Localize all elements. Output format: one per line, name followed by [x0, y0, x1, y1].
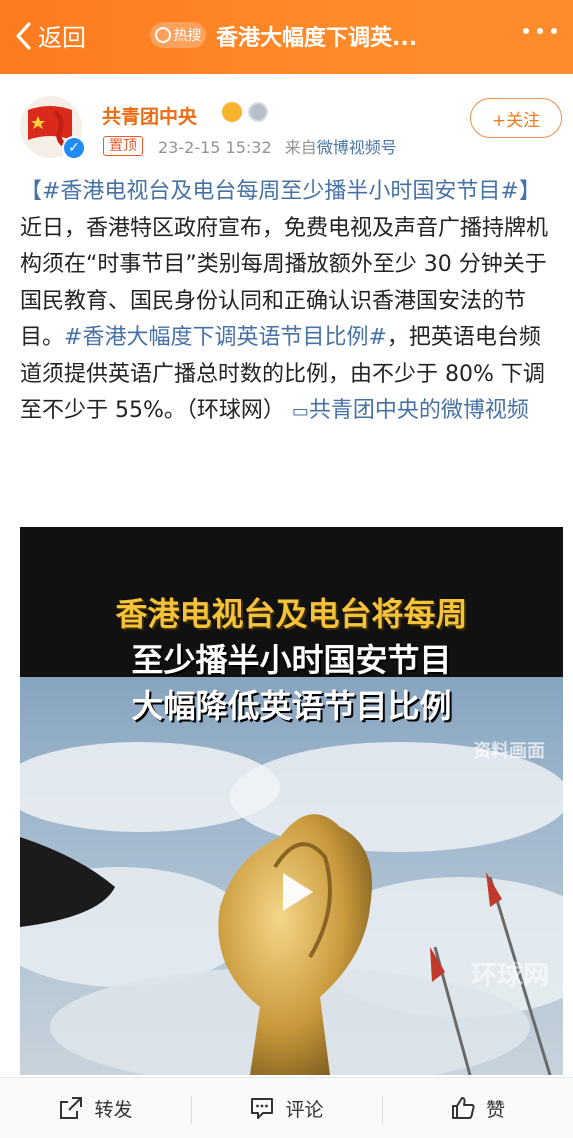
pinned-badge: 置顶 — [103, 136, 143, 156]
play-icon[interactable] — [271, 867, 321, 917]
hashtag-link[interactable]: #香港大幅度下调英语节目比例# — [64, 325, 387, 350]
source-link[interactable]: 微博视频号 — [317, 138, 397, 157]
post-meta: 23-2-15 15:32 来自微博视频号 — [158, 134, 397, 158]
hot-search-badge[interactable]: 热搜 — [150, 22, 206, 48]
comment-button[interactable]: 评论 — [191, 1078, 382, 1138]
verified-icon: ✓ — [62, 136, 86, 160]
follow-button[interactable]: +关注 — [470, 98, 562, 138]
comment-icon — [251, 1098, 274, 1119]
comment-label: 评论 — [285, 1098, 324, 1121]
page-title: 香港大幅度下调英... — [216, 26, 418, 51]
like-button[interactable]: 赞 — [382, 1078, 573, 1138]
back-label: 返回 — [38, 24, 86, 52]
watermark-logo: 环球网 — [470, 961, 549, 991]
repost-icon — [60, 1097, 83, 1119]
watermark-archive: 资料画面 — [473, 741, 545, 762]
back-button[interactable]: 返回 — [14, 18, 86, 53]
video-player[interactable]: 香港电视台及电台将每周 至少播半小时国安节目 大幅降低英语节目比例 资料画面 环… — [20, 527, 563, 1075]
action-bar: 转发 评论 赞 — [0, 1077, 573, 1138]
nav-header: 返回 热搜 香港大幅度下调英... — [0, 0, 573, 74]
source-prefix: 来自 — [284, 138, 317, 157]
like-label: 赞 — [485, 1098, 505, 1121]
silver-medal-icon — [248, 102, 268, 122]
hashtag-link[interactable]: 【#香港电视台及电台每周至少播半小时国安节目#】 — [20, 179, 541, 204]
video-caption-line2: 至少播半小时国安节目 — [131, 641, 452, 679]
hot-badge-label: 热搜 — [173, 28, 202, 44]
video-link-label: 共青团中央的微博视频 — [308, 398, 529, 423]
timestamp: 23-2-15 15:32 — [158, 138, 272, 157]
video-link[interactable]: ▭共青团中央的微博视频 — [292, 398, 529, 423]
video-caption-line3: 大幅降低英语节目比例 — [131, 687, 452, 725]
video-link-icon: ▭ — [291, 401, 309, 422]
username[interactable]: 共青团中央 — [102, 102, 197, 129]
gold-medal-icon — [222, 102, 242, 122]
more-options-icon[interactable] — [523, 28, 557, 34]
repost-button[interactable]: 转发 — [0, 1078, 191, 1138]
thumbs-up-icon — [451, 1097, 475, 1119]
chevron-left-icon — [16, 21, 31, 50]
post-text: 【#香港电视台及电台每周至少播半小时国安节目#】近日，香港特区政府宣布，免费电视… — [20, 174, 560, 431]
video-caption-line1: 香港电视台及电台将每周 — [115, 595, 468, 633]
repost-label: 转发 — [94, 1098, 133, 1121]
search-icon — [154, 27, 171, 43]
